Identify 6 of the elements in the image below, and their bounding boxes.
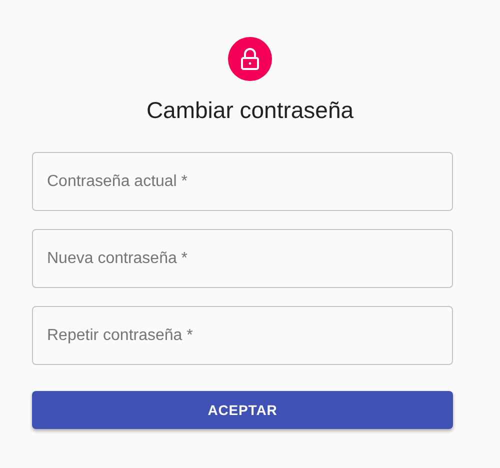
lock-icon [240, 48, 260, 70]
password-field[interactable]: Repetir contraseña * [32, 306, 453, 365]
accept-button[interactable]: ACEPTAR [32, 391, 453, 429]
page-title: Cambiar contraseña [146, 96, 354, 125]
password-field[interactable]: Nueva contraseña * [32, 229, 453, 288]
password-field[interactable]: Contraseña actual * [32, 152, 453, 211]
